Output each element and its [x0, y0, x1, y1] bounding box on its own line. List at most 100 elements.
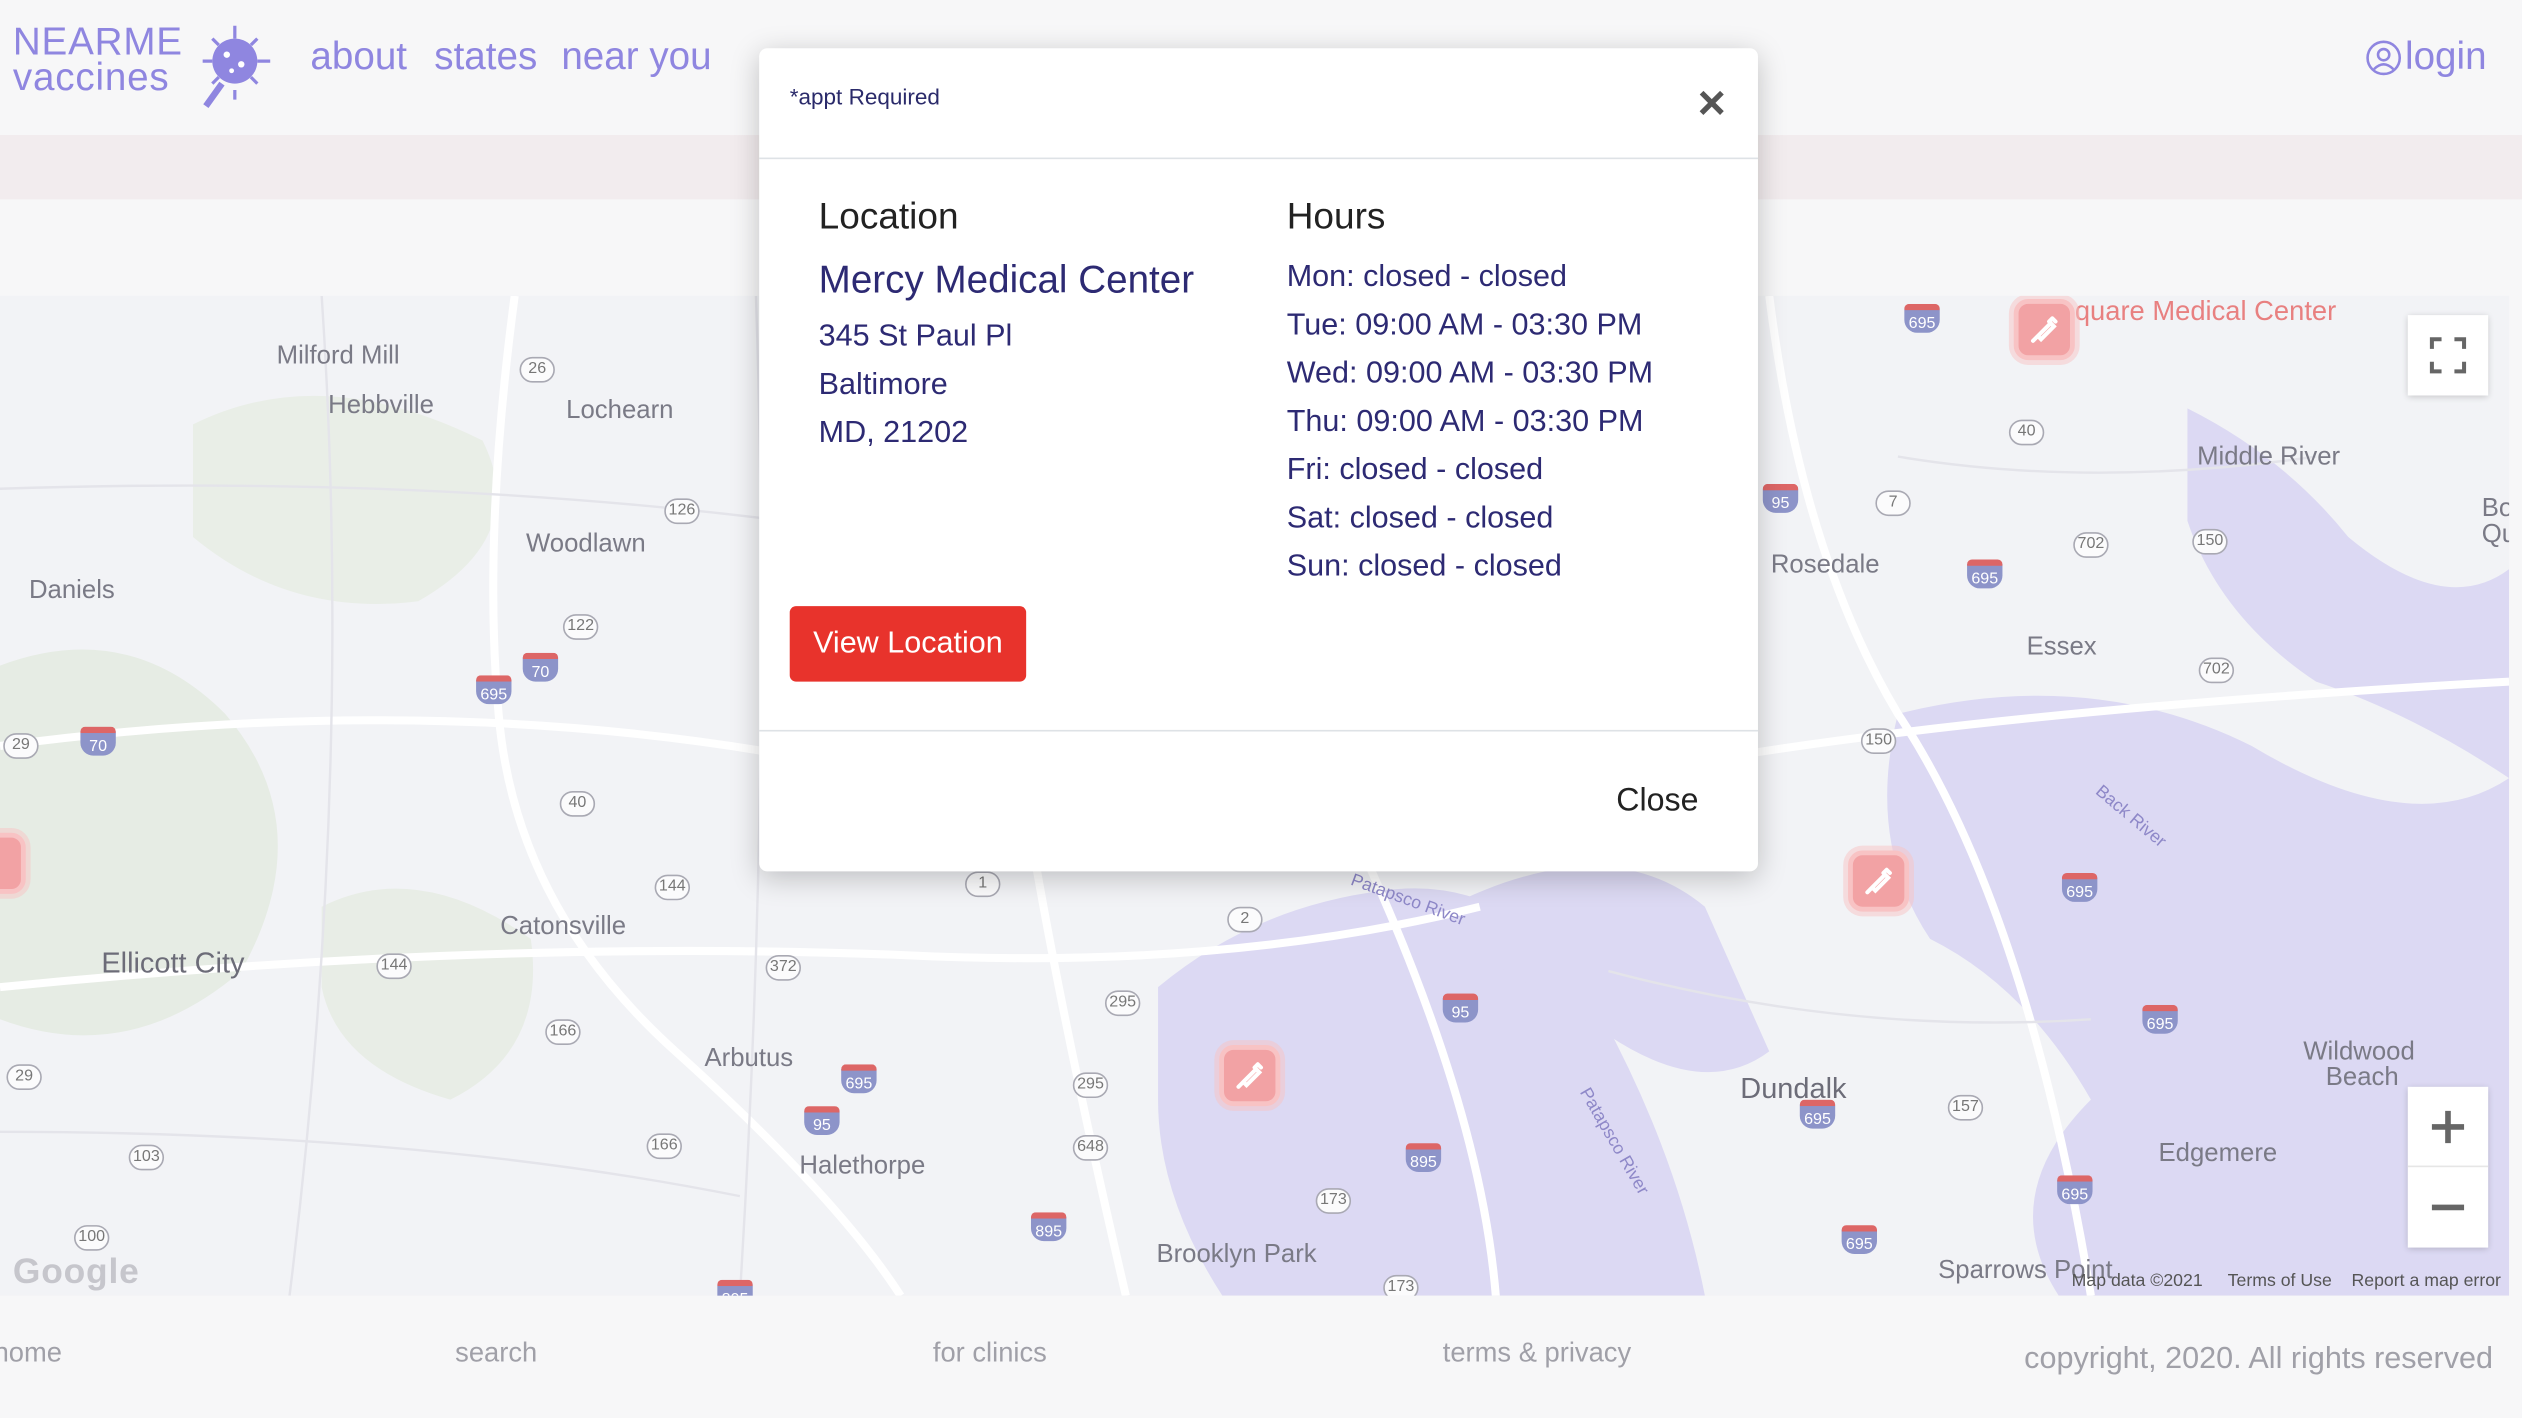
nav-states[interactable]: states — [434, 35, 537, 80]
interstate-shield: 95 — [1762, 483, 1799, 513]
interstate-shield: 95 — [804, 1106, 840, 1136]
place-label: Halethorpe — [799, 1152, 926, 1181]
location-heading: Location — [818, 194, 959, 237]
route-shield: 26 — [519, 356, 555, 383]
nav-near-you[interactable]: near you — [561, 35, 711, 80]
route-shield: 295 — [1072, 1072, 1109, 1099]
route-shield: 144 — [654, 874, 691, 901]
interstate-shield: 70 — [522, 652, 559, 682]
address-state-zip: MD, 21202 — [818, 416, 969, 451]
route-shield: 40 — [559, 790, 596, 817]
hours-heading: Hours — [1286, 194, 1386, 237]
route-shield: 100 — [73, 1225, 110, 1251]
location-name: Mercy Medical Center — [818, 258, 1195, 303]
route-shield: 29 — [6, 1064, 42, 1091]
route-shield: 1 — [965, 871, 1001, 898]
site-logo[interactable]: NEARME vaccines — [13, 19, 271, 115]
route-shield: 150 — [1860, 728, 1897, 755]
route-shield: 173 — [1315, 1188, 1352, 1214]
report-map-error-link[interactable]: Report a map error — [2351, 1272, 2500, 1291]
close-icon[interactable]: × — [1698, 80, 1726, 128]
zoom-in-button[interactable] — [2407, 1087, 2489, 1168]
zoom-out-button[interactable] — [2408, 1167, 2488, 1247]
footer-search-link[interactable]: search — [455, 1338, 537, 1370]
interstate-shield: 695 — [1904, 303, 1940, 333]
zoom-control — [2407, 1086, 2489, 1248]
hours-saturday: Sat: closed - closed — [1286, 501, 1554, 536]
modal-body: Location Hours Mercy Medical Center 345 … — [759, 159, 1758, 732]
place-label: Edgemere — [2158, 1139, 2278, 1168]
place-label: Catonsville — [500, 913, 627, 941]
place-label: Hebbville — [328, 392, 434, 420]
clinic-pin[interactable] — [1219, 1045, 1281, 1107]
place-label: Lochearn — [566, 397, 674, 425]
modal-header: *appt Required × — [759, 48, 1758, 160]
route-shield: 29 — [3, 733, 39, 759]
interstate-shield: 695 — [1841, 1225, 1878, 1255]
footer-terms-link[interactable]: terms & privacy — [1443, 1338, 1631, 1370]
route-shield: 166 — [646, 1133, 682, 1160]
route-shield: 122 — [562, 614, 599, 640]
copyright: copyright, 2020. All rights reserved — [2024, 1342, 2494, 1377]
plus-icon — [2431, 1110, 2465, 1143]
syringe-icon — [1236, 1062, 1263, 1089]
login-button[interactable]: login — [2366, 35, 2487, 80]
route-shield: 2 — [1227, 906, 1263, 933]
fullscreen-icon — [2429, 337, 2467, 374]
footer-home-link[interactable]: home — [0, 1338, 62, 1370]
place-label: Bo — [2481, 495, 2509, 523]
fullscreen-button[interactable] — [2407, 315, 2489, 396]
route-shield: 372 — [765, 954, 801, 981]
appt-required-note: *appt Required — [789, 83, 940, 110]
route-shield: 126 — [664, 498, 700, 525]
interstate-shield: 895 — [1030, 1212, 1067, 1242]
interstate-shield: 895 — [717, 1279, 753, 1296]
place-label: Ellicott City — [101, 946, 245, 980]
hours-tuesday: Tue: 09:00 AM - 03:30 PM — [1286, 308, 1643, 343]
place-label: Woodlawn — [525, 530, 646, 558]
hours-friday: Fri: closed - closed — [1286, 453, 1544, 488]
place-label: Middle River — [2197, 443, 2341, 472]
clinic-pin[interactable] — [1848, 850, 1910, 912]
route-shield: 166 — [545, 1019, 581, 1046]
place-label: Rosedale — [1770, 551, 1880, 579]
nav-about[interactable]: about — [310, 35, 407, 80]
google-logo: Google — [12, 1250, 140, 1291]
terms-of-use-link[interactable]: Terms of Use — [2228, 1272, 2332, 1291]
route-shield: 702 — [2198, 657, 2235, 684]
hours-thursday: Thu: 09:00 AM - 03:30 PM — [1286, 405, 1644, 439]
interstate-shield: 70 — [80, 726, 116, 756]
hours-monday: Mon: closed - closed — [1286, 260, 1567, 295]
place-label: Qu — [2481, 520, 2509, 549]
route-shield: 40 — [2008, 419, 2045, 446]
virus-magnifier-icon — [202, 25, 271, 108]
clinic-pin[interactable] — [2013, 299, 2075, 361]
interstate-shield: 695 — [2142, 1004, 2178, 1034]
place-label: Beach — [2325, 1064, 2399, 1092]
route-shield: 157 — [1947, 1094, 1984, 1121]
logo-text: NEARME vaccines — [13, 23, 183, 97]
route-shield: 295 — [1104, 990, 1141, 1017]
place-label: Wildwood — [2303, 1038, 2415, 1066]
hours-wednesday: Wed: 09:00 AM - 03:30 PM — [1286, 356, 1654, 391]
address-street: 345 St Paul Pl — [818, 319, 1013, 354]
location-modal: *appt Required × Location Hours Mercy Me… — [759, 48, 1758, 872]
interstate-shield: 95 — [1442, 993, 1479, 1023]
place-label: Brooklyn Park — [1156, 1241, 1317, 1269]
route-shield: 144 — [376, 953, 412, 980]
interstate-shield: 695 — [2057, 1175, 2093, 1205]
place-label: Arbutus — [704, 1045, 794, 1073]
route-shield: 103 — [128, 1144, 165, 1171]
interstate-shield: 695 — [476, 675, 512, 705]
route-shield: 702 — [2073, 532, 2109, 558]
interstate-shield: 895 — [1405, 1143, 1442, 1173]
interstate-shield: 695 — [1967, 559, 2003, 589]
place-label: Milford Mill — [276, 342, 400, 370]
place-label: Daniels — [28, 577, 115, 605]
login-label: login — [2405, 35, 2487, 79]
footer-for-clinics-link[interactable]: for clinics — [933, 1338, 1047, 1370]
view-location-button[interactable]: View Location — [789, 606, 1027, 682]
clinic-pin[interactable] — [0, 832, 26, 894]
route-shield: 7 — [1875, 490, 1911, 517]
close-button[interactable]: Close — [1616, 783, 1698, 820]
